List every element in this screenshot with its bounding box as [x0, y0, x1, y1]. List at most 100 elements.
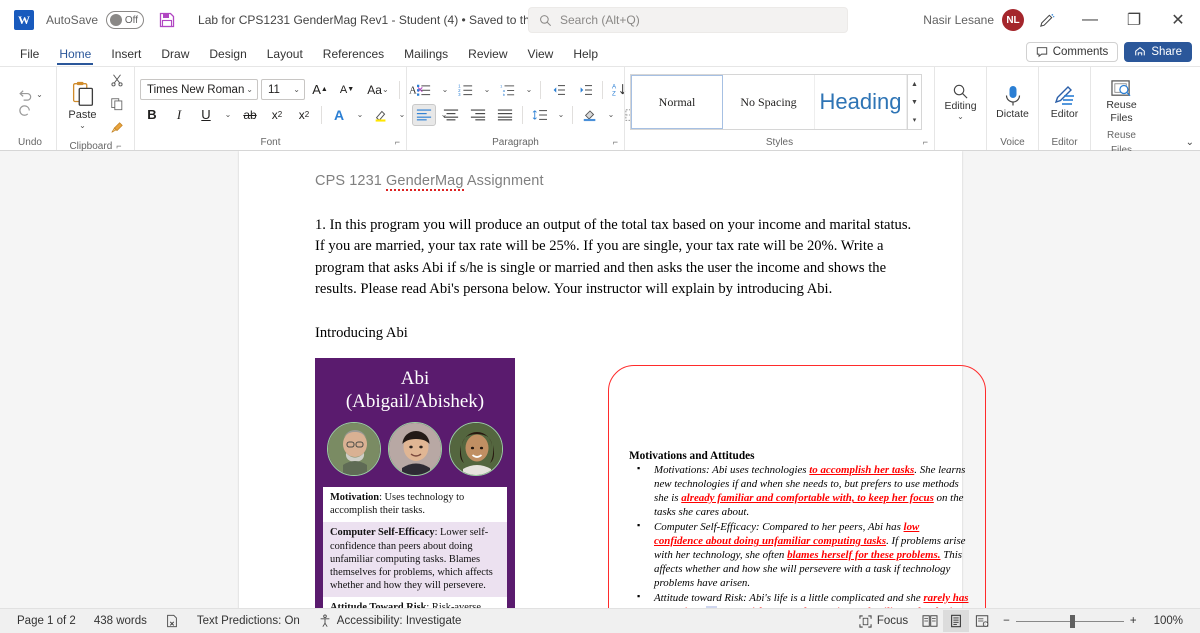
page-indicator[interactable]: Page 1 of 2 — [8, 615, 85, 627]
heading-spellcheck-word: GenderMag — [386, 173, 464, 191]
text-effects-dropdown[interactable]: ⌄ — [354, 104, 366, 126]
word-count[interactable]: 438 words — [85, 615, 156, 627]
zoom-slider[interactable]: − + — [995, 614, 1144, 628]
reuse-files-button[interactable]: Reuse Files — [1102, 77, 1140, 126]
multilevel-list-button[interactable]: 1ab — [496, 79, 520, 101]
style-no-spacing[interactable]: No Spacing — [723, 75, 815, 129]
bold-button[interactable]: B — [140, 104, 164, 126]
tab-layout[interactable]: Layout — [257, 44, 313, 66]
trait-attitude-toward-risk: Attitude Toward Risk: Risk-averse about … — [323, 597, 507, 608]
bullet-list-dropdown[interactable]: ⌄ — [439, 79, 451, 101]
chevron-down-icon[interactable]: ⌄ — [293, 85, 300, 94]
document-title-bar[interactable]: Lab for CPS1231 GenderMag Rev1 - Student… — [198, 13, 568, 27]
tab-file[interactable]: File — [10, 44, 49, 66]
zoom-in-button[interactable]: + — [1130, 615, 1137, 627]
search-input[interactable]: Search (Alt+Q) — [528, 7, 848, 33]
read-mode-icon[interactable] — [917, 610, 943, 632]
underline-button[interactable]: U — [194, 104, 218, 126]
numbered-list-dropdown[interactable]: ⌄ — [481, 79, 493, 101]
style-heading[interactable]: Heading — [815, 75, 907, 129]
superscript-button[interactable]: x2 — [292, 104, 316, 126]
highlight-icon[interactable] — [369, 104, 393, 126]
tab-home[interactable]: Home — [49, 44, 101, 66]
line-spacing-button[interactable] — [528, 104, 552, 126]
underline-dropdown[interactable]: ⌄ — [221, 104, 235, 126]
shading-dropdown[interactable]: ⌄ — [605, 104, 617, 126]
shading-button[interactable] — [578, 104, 602, 126]
zoom-level[interactable]: 100% — [1145, 615, 1192, 627]
shrink-font-button[interactable]: A ▼ — [335, 79, 359, 101]
text-effects-button[interactable]: A — [327, 104, 351, 126]
editor-button[interactable]: Editor — [1047, 82, 1082, 123]
group-label-editing — [940, 135, 981, 150]
dialog-launcher-icon[interactable]: ⌐ — [395, 135, 400, 150]
grow-font-button[interactable]: A ▲ — [308, 79, 332, 101]
tab-mailings[interactable]: Mailings — [394, 44, 458, 66]
dialog-launcher-icon[interactable]: ⌐ — [923, 135, 928, 150]
chevron-down-icon[interactable]: ⌄ — [957, 112, 964, 121]
web-layout-icon[interactable]: i — [969, 610, 995, 632]
align-left-button[interactable] — [412, 103, 436, 126]
avatar[interactable]: NL — [1002, 9, 1024, 31]
zoom-slider-track[interactable] — [1015, 614, 1124, 628]
tab-design[interactable]: Design — [199, 44, 256, 66]
chevron-down-icon[interactable]: ⌄ — [246, 85, 253, 94]
editing-button[interactable]: Editing ⌄ — [940, 81, 980, 124]
tab-help[interactable]: Help — [563, 44, 608, 66]
line-spacing-dropdown[interactable]: ⌄ — [555, 104, 567, 126]
justify-button[interactable] — [493, 104, 517, 126]
tab-insert[interactable]: Insert — [101, 44, 151, 66]
tab-review[interactable]: Review — [458, 44, 517, 66]
share-button[interactable]: Share — [1124, 42, 1192, 62]
zoom-slider-thumb[interactable] — [1069, 614, 1075, 628]
multilevel-list-dropdown[interactable]: ⌄ — [523, 79, 535, 101]
undo-button[interactable]: ⌄ — [17, 87, 43, 102]
change-case-button[interactable]: Aa ⌄ — [362, 79, 394, 101]
paste-button[interactable]: Paste ⌄ — [62, 79, 103, 130]
save-icon[interactable] — [156, 9, 178, 31]
chevron-down-icon[interactable]: ⌄ — [1186, 137, 1194, 148]
font-size-combo[interactable]: 11 ⌄ — [261, 79, 305, 100]
gallery-scroll-down[interactable]: ▼ — [908, 93, 921, 111]
align-right-button[interactable] — [466, 104, 490, 126]
decrease-indent-button[interactable] — [546, 79, 570, 101]
style-normal[interactable]: Normal — [631, 75, 723, 129]
tab-draw[interactable]: Draw — [151, 44, 199, 66]
print-layout-icon[interactable] — [943, 610, 970, 632]
gallery-scroll-up[interactable]: ▲ — [908, 75, 921, 93]
numbered-list-button[interactable]: 123 — [454, 79, 478, 101]
styles-gallery[interactable]: Normal No Spacing Heading ▲ ▼ ▾ — [630, 74, 922, 130]
bullet-list-button[interactable] — [412, 79, 436, 101]
dictate-button[interactable]: Dictate — [992, 82, 1033, 123]
chevron-down-icon[interactable]: ⌄ — [79, 121, 86, 130]
focus-mode-button[interactable]: Focus — [850, 614, 917, 628]
document-page[interactable]: CPS 1231 GenderMag Assignment 1. In this… — [239, 151, 986, 608]
tab-view[interactable]: View — [518, 44, 564, 66]
ribbon-group-reuse-files: Reuse Files Reuse Files — [1090, 67, 1152, 156]
subscript-button[interactable]: x2 — [265, 104, 289, 126]
increase-indent-button[interactable] — [573, 79, 597, 101]
strikethrough-button[interactable]: ab — [238, 104, 262, 126]
styles-gallery-scroll[interactable]: ▲ ▼ ▾ — [907, 75, 921, 129]
format-painter-button[interactable] — [105, 117, 129, 139]
font-name-combo[interactable]: Times New Roman ⌄ — [140, 79, 258, 100]
pen-tools-icon[interactable] — [1024, 0, 1068, 40]
text-predictions-status[interactable]: Text Predictions: On — [188, 615, 309, 627]
comments-button[interactable]: Comments — [1025, 42, 1119, 62]
close-button[interactable]: ✕ — [1156, 0, 1200, 40]
italic-button[interactable]: I — [167, 104, 191, 126]
autosave-toggle[interactable]: Off — [106, 11, 145, 29]
gallery-more-button[interactable]: ▾ — [908, 111, 921, 129]
proofing-errors-icon[interactable] — [156, 614, 188, 628]
redo-button[interactable] — [17, 103, 43, 118]
minimize-button[interactable]: — — [1068, 0, 1112, 40]
accessibility-status[interactable]: Accessibility: Investigate — [309, 614, 471, 628]
zoom-out-button[interactable]: − — [1003, 615, 1010, 627]
cut-button[interactable] — [105, 69, 129, 91]
copy-button[interactable] — [105, 93, 129, 115]
tab-references[interactable]: References — [313, 44, 394, 66]
align-center-button[interactable] — [439, 104, 463, 126]
chevron-down-icon[interactable]: ⌄ — [36, 90, 43, 99]
dialog-launcher-icon[interactable]: ⌐ — [613, 135, 618, 150]
restore-button[interactable]: ❐ — [1112, 0, 1156, 40]
